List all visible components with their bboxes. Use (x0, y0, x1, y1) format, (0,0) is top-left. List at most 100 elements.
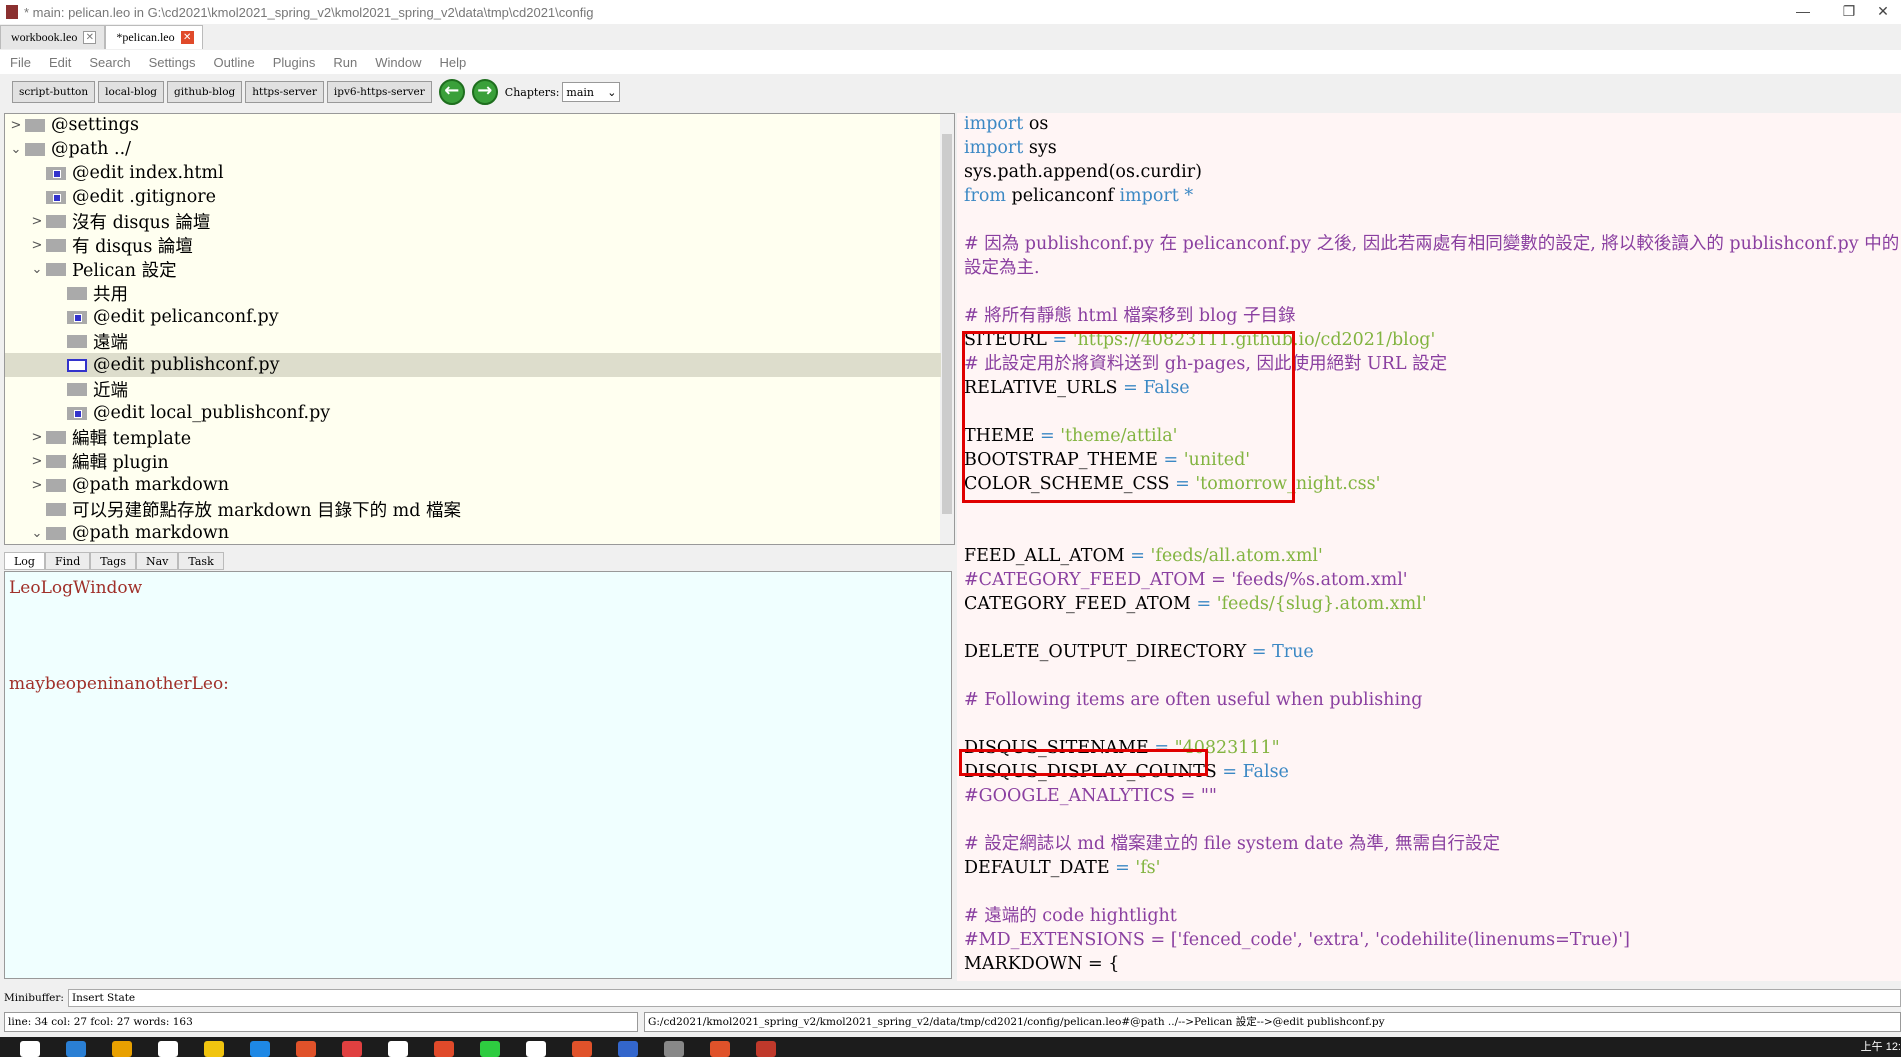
menu-search[interactable]: Search (89, 55, 130, 70)
menu-outline[interactable]: Outline (214, 55, 255, 70)
menu-help[interactable]: Help (440, 55, 467, 70)
status-position: line: 34 col: 27 fcol: 27 words: 163 (4, 1012, 638, 1032)
tab-pelican[interactable]: *pelican.leo ✕ (105, 25, 203, 49)
taskbar-app-icon[interactable] (204, 1041, 224, 1057)
menu-run[interactable]: Run (333, 55, 357, 70)
node-icon (25, 142, 45, 156)
outline-node[interactable]: 近端 (5, 377, 941, 401)
log-pane[interactable]: LeoLogWindow maybeopeninanotherLeo: (4, 571, 952, 979)
chevron-right-icon[interactable]: > (28, 238, 46, 253)
body-editor[interactable]: import os import sys sys.path.append(os.cu… (957, 113, 1901, 981)
outline-node-label: @path ../ (51, 139, 132, 159)
code-line: import os (964, 113, 1048, 136)
outline-node[interactable]: > 有 disqus 論壇 (5, 233, 941, 257)
minibuffer: Minibuffer: Insert State (0, 988, 1901, 1008)
minibuffer-input[interactable]: Insert State (67, 989, 1901, 1007)
menu-plugins[interactable]: Plugins (273, 55, 316, 70)
node-icon (46, 262, 66, 276)
tab-task[interactable]: Task (178, 552, 224, 570)
code-line: FEED_ALL_ATOM = 'feeds/all.atom.xml' (964, 544, 1323, 568)
chevron-right-icon[interactable]: > (28, 430, 46, 445)
outline-node[interactable]: > @settings (5, 114, 941, 137)
outline-node[interactable]: > @path markdown (5, 473, 941, 497)
outline-node-label: 沒有 disqus 論壇 (72, 212, 211, 233)
taskbar-app-icon[interactable] (480, 1041, 500, 1057)
chevron-right-icon[interactable]: > (7, 118, 25, 133)
outline-node[interactable]: @edit local_publishconf.py (5, 401, 941, 425)
chevron-right-icon[interactable]: > (28, 214, 46, 229)
tab-close-icon[interactable]: ✕ (180, 31, 194, 44)
minimize-button[interactable]: — (1780, 0, 1826, 24)
outline-node-label: @path markdown (72, 475, 229, 495)
script-button-button[interactable]: script-button (12, 81, 96, 103)
code-line: # Following items are often useful when … (964, 688, 1423, 712)
taskbar-app-icon[interactable] (158, 1041, 178, 1057)
chapters-select[interactable]: main ⌄ (562, 82, 621, 102)
chevron-right-icon[interactable]: > (28, 454, 46, 469)
taskbar-app-icon[interactable] (710, 1041, 730, 1057)
chevron-down-icon[interactable]: ⌄ (7, 142, 25, 157)
tab-find[interactable]: Find (44, 552, 91, 570)
node-icon (46, 166, 66, 180)
outline-node[interactable]: > 編輯 plugin (5, 449, 941, 473)
node-icon (67, 358, 87, 372)
taskbar-app-icon[interactable] (296, 1041, 316, 1057)
tab-tags[interactable]: Tags (90, 552, 136, 570)
tab-close-icon[interactable]: ✕ (83, 31, 97, 44)
outline-scrollbar[interactable] (940, 114, 954, 544)
node-icon (46, 478, 66, 492)
node-icon (25, 118, 45, 132)
menu-edit[interactable]: Edit (49, 55, 71, 70)
ipv6-https-server-button[interactable]: ipv6-https-server (326, 81, 432, 103)
close-window-button[interactable]: ✕ (1860, 0, 1901, 24)
outline-node[interactable]: > 編輯 template (5, 425, 941, 449)
taskbar-app-icon[interactable] (664, 1041, 684, 1057)
outline-node[interactable]: @edit index.html (5, 161, 941, 185)
outline-node[interactable]: @edit .gitignore (5, 185, 941, 209)
taskbar-app-icon[interactable] (756, 1041, 776, 1057)
code-token: #MD_EXTENSIONS = ['fenced_code', 'extra'… (964, 930, 1630, 950)
code-token: = True (1246, 642, 1314, 662)
outline-node[interactable]: 遠端 (5, 329, 941, 353)
taskbar-app-icon[interactable] (434, 1041, 454, 1057)
outline-node[interactable]: @edit pelicanconf.py (5, 305, 941, 329)
taskbar-app-icon[interactable] (572, 1041, 592, 1057)
outline-pane[interactable]: > @settings ⌄ @path ../ @edit index.html @edi… (4, 113, 955, 545)
outline-node[interactable]: @edit publishconf.py (5, 353, 941, 377)
taskbar-app-icon[interactable] (342, 1041, 362, 1057)
outline-node[interactable]: ⌄ @path markdown (5, 521, 941, 544)
tab-nav[interactable]: Nav (135, 552, 179, 570)
https-server-button[interactable]: https-server (245, 81, 324, 103)
menu-file[interactable]: File (10, 55, 31, 70)
taskbar-app-icon[interactable] (618, 1041, 638, 1057)
back-arrow-icon[interactable]: ← (438, 79, 465, 105)
code-token: FEED_ALL_ATOM (964, 546, 1125, 566)
chevron-down-icon[interactable]: ⌄ (28, 262, 46, 277)
outline-node[interactable]: > 沒有 disqus 論壇 (5, 209, 941, 233)
menu-settings[interactable]: Settings (149, 55, 196, 70)
outline-node[interactable]: 可以另建節點存放 markdown 目錄下的 md 檔案 (5, 497, 941, 521)
local-blog-button[interactable]: local-blog (98, 81, 165, 103)
forward-arrow-icon[interactable]: → (471, 79, 498, 105)
taskbar-app-icon[interactable] (112, 1041, 132, 1057)
tab-log[interactable]: Log (4, 552, 45, 570)
node-icon (67, 334, 87, 348)
outline-node[interactable]: 共用 (5, 281, 941, 305)
taskbar-app-icon[interactable] (20, 1041, 40, 1057)
taskbar-app-icon[interactable] (388, 1041, 408, 1057)
taskbar-app-icon[interactable] (250, 1041, 270, 1057)
chevron-right-icon[interactable]: > (28, 478, 46, 493)
highlight-disqus (959, 749, 1208, 776)
tab-workbook[interactable]: workbook.leo ✕ (0, 25, 106, 49)
chevron-down-icon[interactable]: ⌄ (28, 526, 46, 541)
github-blog-button[interactable]: github-blog (167, 81, 243, 103)
scrollbar-thumb[interactable] (942, 134, 952, 514)
outline-node-label: 編輯 plugin (72, 452, 169, 473)
outline-node[interactable]: ⌄ @path ../ (5, 137, 941, 161)
taskbar-app-icon[interactable] (66, 1041, 86, 1057)
title-bar: * main: pelican.leo in G:\cd2021\kmol202… (0, 0, 1901, 24)
code-token: # 設定網誌以 md 檔案建立的 file system date 為準, 無需… (964, 834, 1501, 854)
menu-window[interactable]: Window (375, 55, 421, 70)
outline-node[interactable]: ⌄ Pelican 設定 (5, 257, 941, 281)
taskbar-app-icon[interactable] (526, 1041, 546, 1057)
